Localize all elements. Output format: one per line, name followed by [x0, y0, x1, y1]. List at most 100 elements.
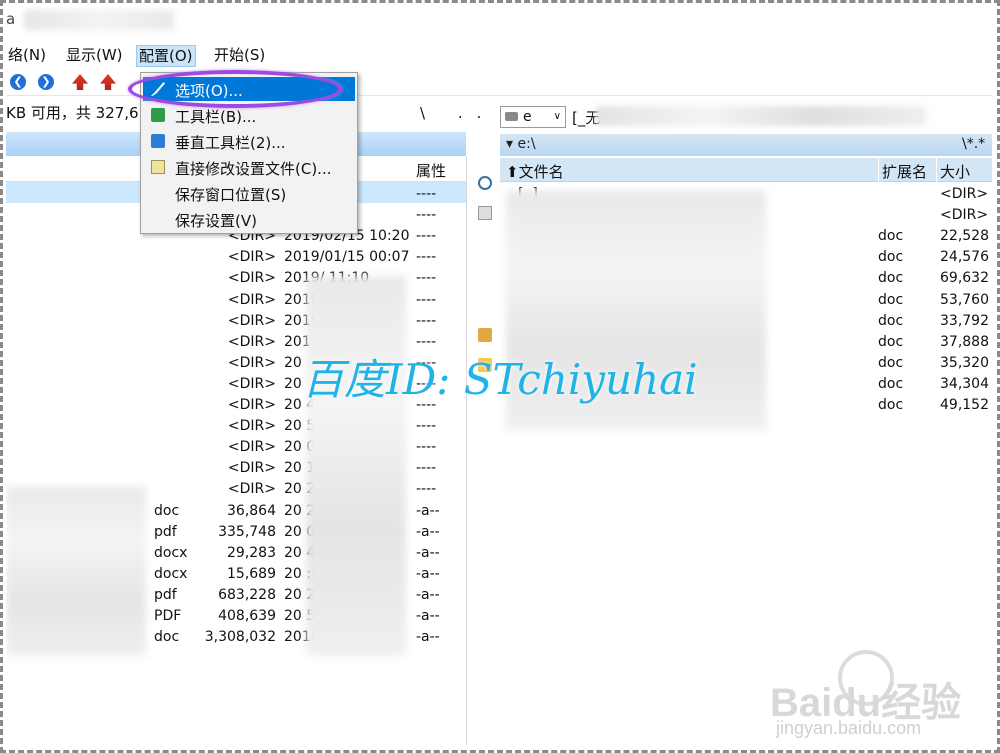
cell-size: <DIR> — [940, 207, 989, 224]
cell-ext: doc — [878, 291, 904, 308]
blurred-dates — [306, 276, 406, 656]
cell-ext: doc — [878, 312, 904, 329]
cell-attr: ---- — [416, 460, 437, 477]
cell-size: 53,760 — [940, 291, 989, 308]
table-row[interactable]: <DIR> 2019/01/15 00:07 ---- — [6, 247, 466, 268]
right-header-size[interactable]: 大小 — [940, 161, 970, 182]
cell-ext: doc — [878, 333, 904, 350]
cell-size: 3,308,032 — [204, 629, 276, 646]
cell-ext: doc — [878, 354, 904, 371]
cell-ext: doc — [878, 249, 904, 266]
menu-item-vertical-toolbar[interactable]: 垂直工具栏(2)... — [143, 129, 355, 153]
cell-attr: ---- — [416, 312, 437, 329]
blurred-names — [6, 486, 146, 656]
menu-item-label: 直接修改设置文件(C)... — [175, 160, 332, 178]
cell-size: 37,888 — [940, 333, 989, 350]
cell-size: 35,320 — [940, 354, 989, 371]
edit-icon[interactable] — [478, 206, 492, 220]
cell-attr: -a-- — [416, 629, 440, 646]
cell-ext: doc — [878, 397, 904, 413]
cell-ext: doc — [878, 375, 904, 392]
menu-show[interactable]: 显示(W) — [64, 45, 125, 67]
cell-size: <DIR> — [940, 186, 989, 202]
menu-item-save-settings[interactable]: 保存设置(V) — [143, 207, 355, 231]
cell-size: 15,689 — [227, 565, 276, 582]
cell-size: 408,639 — [218, 608, 276, 624]
right-path-tail: \*.* — [962, 136, 986, 152]
menu-net[interactable]: 络(N) — [6, 45, 48, 67]
right-column-header: ⬆文件名 扩展名 大小 — [500, 158, 992, 182]
menu-config[interactable]: 配置(O) — [136, 45, 196, 67]
left-header-attr[interactable]: 属性 — [416, 160, 446, 181]
drive-icon — [505, 112, 518, 121]
right-path-start: e:\ — [517, 136, 536, 152]
cell-attr: -a-- — [416, 586, 440, 603]
menu-item-save-position[interactable]: 保存窗口位置(S) — [143, 181, 355, 205]
blurred-title — [24, 10, 174, 30]
menu-bar: 络(N) 显示(W) 配置(O) 开始(S) — [6, 42, 992, 68]
title-bar: a — [6, 6, 992, 42]
toolbar-icon — [151, 108, 165, 122]
cell-attr: -a-- — [416, 608, 440, 624]
pack-icon[interactable] — [72, 74, 88, 90]
menu-item-edit-config[interactable]: 直接修改设置文件(C)... — [143, 155, 355, 179]
pack-icon[interactable] — [478, 328, 492, 342]
cell-size: <DIR> — [227, 312, 276, 329]
cell-size: 33,792 — [940, 312, 989, 329]
cell-size: <DIR> — [227, 397, 276, 413]
highlight-ellipse — [128, 70, 342, 108]
search-icon[interactable] — [478, 176, 492, 190]
cell-date: 20 — [284, 375, 302, 392]
menu-item-label: 工具栏(B)... — [175, 108, 257, 126]
right-header-ext[interactable]: 扩展名 — [882, 161, 927, 182]
back-icon[interactable]: ❮ — [10, 74, 26, 90]
document-icon — [151, 160, 165, 174]
cell-size: <DIR> — [227, 270, 276, 287]
menu-item-label: 垂直工具栏(2)... — [175, 134, 286, 152]
header-separator — [878, 158, 879, 182]
window: a 络(N) 显示(W) 配置(O) 开始(S) ❮ ❯ KB 可用，共 327… — [6, 6, 992, 745]
cell-attr: ---- — [416, 228, 437, 245]
cell-size: 36,864 — [227, 502, 276, 519]
watermark-text: 百度ID: STchiyuhai — [302, 355, 698, 404]
left-disk-info: KB 可用，共 327,6 — [6, 104, 139, 122]
cell-size: 24,576 — [940, 249, 989, 266]
menu-item-label: 保存设置(V) — [175, 212, 257, 230]
cell-ext: doc — [878, 228, 904, 245]
right-path-bar[interactable]: ▾ e:\ \*.* — [500, 134, 992, 156]
cell-attr: ---- — [416, 481, 437, 498]
chevron-down-icon: ∨ — [553, 111, 561, 122]
cell-attr: ---- — [416, 418, 437, 435]
cell-attr: ---- — [416, 291, 437, 308]
brand-url: jingyan.baidu.com — [776, 718, 922, 738]
cell-size: 335,748 — [218, 523, 276, 540]
cell-size: <DIR> — [227, 333, 276, 350]
unpack-icon[interactable] — [100, 74, 116, 90]
cell-attr: -a-- — [416, 544, 440, 561]
menu-start[interactable]: 开始(S) — [212, 45, 267, 67]
blurred-volume — [596, 106, 926, 126]
middle-button-bar — [466, 156, 500, 745]
forward-icon[interactable]: ❯ — [38, 74, 54, 90]
cell-size: 22,528 — [940, 228, 989, 245]
cell-ext: doc — [878, 270, 904, 287]
left-root-buttons[interactable]: \ .. — [420, 104, 495, 122]
right-header-name[interactable]: ⬆文件名 — [506, 161, 564, 182]
cell-attr: ---- — [416, 270, 437, 287]
cell-size: <DIR> — [227, 439, 276, 456]
cell-size: <DIR> — [227, 418, 276, 435]
window-title: a — [6, 10, 16, 28]
cell-size: <DIR> — [227, 354, 276, 371]
cell-attr: -a-- — [416, 523, 440, 540]
cell-attr: ---- — [416, 439, 437, 456]
cell-size: 29,283 — [227, 544, 276, 561]
cell-attr: ---- — [416, 249, 437, 266]
cell-size: <DIR> — [227, 291, 276, 308]
cell-size: <DIR> — [227, 249, 276, 266]
cell-size: <DIR> — [227, 460, 276, 477]
drive-select[interactable]: e ∨ — [500, 106, 566, 128]
cell-date: 2019/01/15 00:07 — [284, 249, 410, 266]
right-path: ▾ e:\ — [506, 136, 536, 152]
cell-size: 49,152 — [940, 397, 989, 413]
cell-date: 20 — [284, 354, 302, 371]
